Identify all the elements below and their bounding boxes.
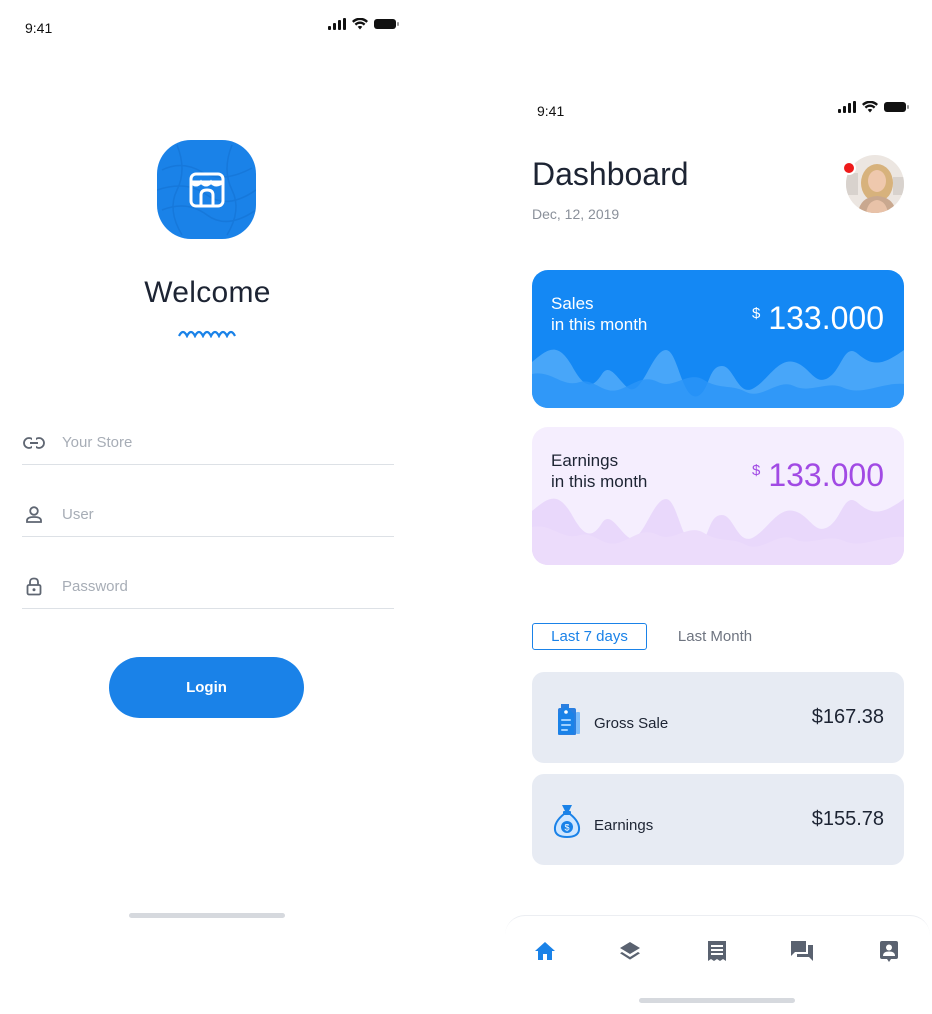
tab-last-month[interactable]: Last Month [663, 623, 767, 650]
signal-icon [328, 18, 346, 30]
page-date: Dec, 12, 2019 [532, 206, 620, 222]
sales-label-line1: Sales [551, 294, 594, 313]
squiggle-decoration [178, 330, 236, 338]
price-tag-icon [558, 704, 580, 735]
page-title: Dashboard [532, 156, 689, 192]
battery-icon [374, 19, 399, 29]
sales-label-line2: in this month [551, 315, 648, 334]
earnings-amount: 133.000 [768, 457, 884, 493]
earnings-wave-decoration [532, 498, 904, 565]
status-time: 9:41 [537, 103, 565, 119]
gross-sale-value: $167.38 [811, 706, 884, 728]
sales-wave-decoration [532, 349, 904, 408]
wifi-icon [352, 18, 368, 30]
battery-icon [884, 102, 909, 112]
login-screen: 9:41 Welcome Your Store User Login [0, 0, 415, 1014]
money-bag-icon: $ [553, 805, 581, 838]
user-icon [22, 503, 46, 527]
earnings-label: Earnings in this month [551, 450, 647, 492]
status-time: 9:41 [25, 20, 53, 36]
login-button[interactable]: Login [109, 657, 304, 718]
gross-sale-row[interactable]: Gross Sale $167.38 [532, 672, 904, 763]
earnings-label-line2: in this month [551, 472, 648, 491]
signal-icon [838, 101, 856, 113]
lock-icon [22, 575, 46, 599]
sales-amount: 133.000 [768, 300, 884, 336]
chat-icon[interactable] [789, 938, 815, 964]
earnings-label-line1: Earnings [551, 451, 619, 470]
sales-label: Sales in this month [551, 293, 647, 335]
earnings-row-label: Earnings [594, 817, 654, 834]
earnings-row[interactable]: $ Earnings $155.78 [532, 774, 904, 865]
sales-currency: $ [751, 305, 761, 322]
tab-last-7-days[interactable]: Last 7 days [532, 623, 647, 650]
status-icons [838, 101, 910, 113]
notification-dot [842, 161, 856, 175]
user-field [22, 493, 394, 537]
earnings-currency: $ [751, 462, 761, 479]
sales-card[interactable]: Sales in this month $ 133.000 [532, 270, 904, 408]
home-indicator [129, 913, 285, 918]
storefront-icon [189, 172, 224, 207]
password-field [22, 565, 394, 609]
store-input[interactable] [62, 434, 362, 451]
earnings-row-value: $155.78 [811, 808, 884, 830]
layers-icon[interactable] [617, 938, 643, 964]
status-icons [328, 18, 400, 30]
earnings-card[interactable]: Earnings in this month $ 133.000 [532, 427, 904, 565]
sales-value: $ 133.000 [752, 300, 884, 337]
link-icon [22, 431, 46, 455]
home-icon[interactable] [532, 938, 558, 964]
receipt-icon[interactable] [704, 938, 730, 964]
welcome-heading: Welcome [144, 276, 271, 309]
contact-icon[interactable] [876, 938, 902, 964]
earnings-value: $ 133.000 [752, 457, 884, 494]
home-indicator [639, 998, 795, 1003]
store-field [22, 421, 394, 465]
app-logo [157, 140, 256, 239]
svg-text:$: $ [564, 823, 569, 833]
gross-sale-label: Gross Sale [594, 715, 669, 732]
user-input[interactable] [62, 506, 362, 523]
wifi-icon [862, 101, 878, 113]
password-input[interactable] [62, 578, 362, 595]
